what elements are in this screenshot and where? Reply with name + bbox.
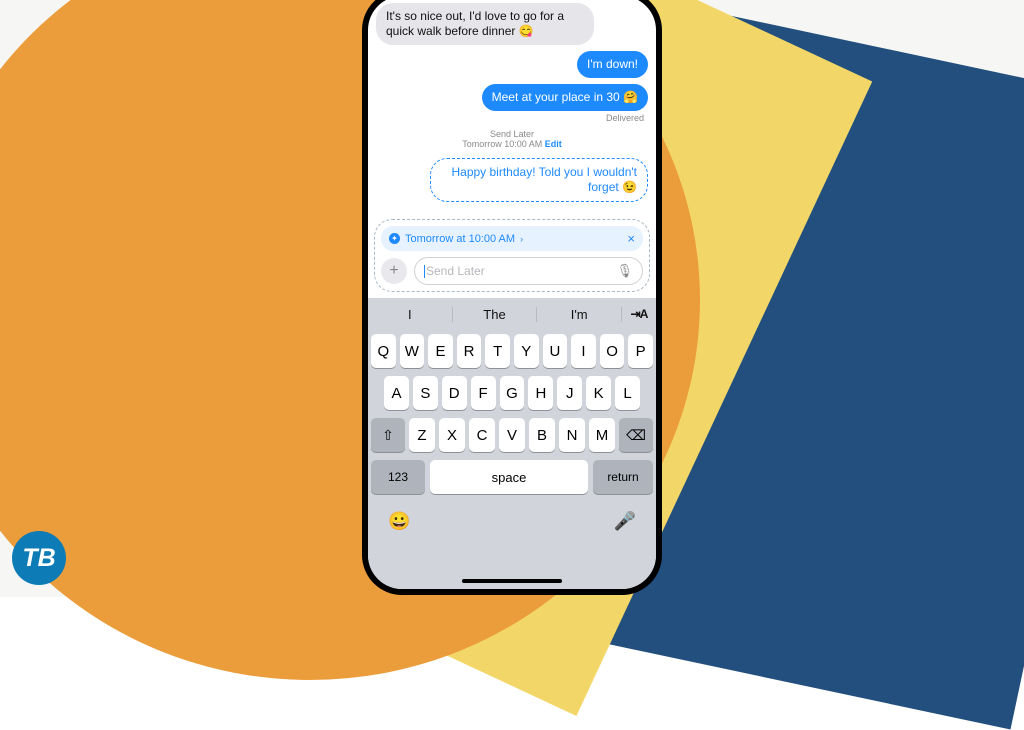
key-u[interactable]: U bbox=[543, 334, 568, 368]
schedule-pill[interactable]: ✦ Tomorrow at 10:00 AM › × bbox=[381, 226, 643, 251]
key-f[interactable]: F bbox=[471, 376, 496, 410]
key-h[interactable]: H bbox=[528, 376, 553, 410]
return-key[interactable]: return bbox=[593, 460, 653, 494]
key-o[interactable]: O bbox=[600, 334, 625, 368]
key-row-3: ⇧ Z X C V B N M ⌫ bbox=[368, 414, 656, 456]
delivered-status: Delivered bbox=[376, 113, 648, 123]
key-g[interactable]: G bbox=[500, 376, 525, 410]
key-w[interactable]: W bbox=[400, 334, 425, 368]
key-q[interactable]: Q bbox=[371, 334, 396, 368]
outgoing-message[interactable]: Meet at your place in 30 🤗 bbox=[482, 84, 648, 111]
key-p[interactable]: P bbox=[628, 334, 653, 368]
phone-screen: It's so nice out, I'd love to go for a q… bbox=[368, 0, 656, 589]
suggestion[interactable]: I'm bbox=[537, 307, 622, 322]
emoji-keyboard-button[interactable]: 😀 bbox=[388, 511, 410, 532]
send-later-header: Send Later bbox=[376, 129, 648, 139]
key-m[interactable]: M bbox=[589, 418, 615, 452]
ios-keyboard: I The I'm ⇥A Q W E R T Y U I O P A S D bbox=[368, 298, 656, 589]
keyboard-bottom-bar: 😀 🎤 bbox=[368, 498, 656, 538]
key-t[interactable]: T bbox=[485, 334, 510, 368]
key-n[interactable]: N bbox=[559, 418, 585, 452]
key-row-2: A S D F G H J K L bbox=[368, 372, 656, 414]
add-attachment-button[interactable]: + bbox=[381, 258, 407, 284]
input-placeholder: Send Later bbox=[426, 264, 485, 278]
tb-logo: TB bbox=[12, 531, 66, 585]
key-a[interactable]: A bbox=[384, 376, 409, 410]
autocorrect-icon[interactable]: ⇥A bbox=[622, 307, 656, 321]
chat-area: It's so nice out, I'd love to go for a q… bbox=[368, 0, 656, 211]
key-d[interactable]: D bbox=[442, 376, 467, 410]
key-i[interactable]: I bbox=[571, 334, 596, 368]
suggestion[interactable]: The bbox=[453, 307, 538, 322]
incoming-message[interactable]: It's so nice out, I'd love to go for a q… bbox=[376, 3, 594, 45]
key-y[interactable]: Y bbox=[514, 334, 539, 368]
outgoing-message[interactable]: I'm down! bbox=[577, 51, 648, 78]
home-indicator[interactable] bbox=[462, 579, 562, 583]
suggestion-bar: I The I'm ⇥A bbox=[368, 298, 656, 330]
clear-schedule-button[interactable]: × bbox=[627, 231, 635, 246]
key-v[interactable]: V bbox=[499, 418, 525, 452]
space-key[interactable]: space bbox=[430, 460, 588, 494]
key-r[interactable]: R bbox=[457, 334, 482, 368]
dictation-icon[interactable]: 🎙 bbox=[616, 263, 633, 279]
key-row-1: Q W E R T Y U I O P bbox=[368, 330, 656, 372]
chevron-right-icon: › bbox=[520, 234, 523, 244]
shift-key[interactable]: ⇧ bbox=[371, 418, 405, 452]
iphone-frame: It's so nice out, I'd love to go for a q… bbox=[362, 0, 662, 595]
key-s[interactable]: S bbox=[413, 376, 438, 410]
key-b[interactable]: B bbox=[529, 418, 555, 452]
dictation-button[interactable]: 🎤 bbox=[614, 511, 636, 532]
key-e[interactable]: E bbox=[428, 334, 453, 368]
edit-schedule-link[interactable]: Edit bbox=[545, 139, 562, 149]
message-input[interactable]: Send Later 🎙 bbox=[414, 257, 643, 285]
clock-icon: ✦ bbox=[389, 233, 400, 244]
scheduled-message[interactable]: Happy birthday! Told you I wouldn't forg… bbox=[430, 158, 648, 202]
schedule-label: Tomorrow at 10:00 AM bbox=[405, 233, 515, 245]
key-k[interactable]: K bbox=[586, 376, 611, 410]
backspace-key[interactable]: ⌫ bbox=[619, 418, 653, 452]
suggestion[interactable]: I bbox=[368, 307, 453, 322]
send-later-time: Tomorrow 10:00 AM Edit bbox=[376, 139, 648, 149]
compose-container: ✦ Tomorrow at 10:00 AM › × + Send Later … bbox=[374, 219, 650, 292]
key-j[interactable]: J bbox=[557, 376, 582, 410]
text-cursor bbox=[424, 265, 425, 278]
key-x[interactable]: X bbox=[439, 418, 465, 452]
numbers-key[interactable]: 123 bbox=[371, 460, 425, 494]
key-c[interactable]: C bbox=[469, 418, 495, 452]
key-l[interactable]: L bbox=[615, 376, 640, 410]
key-row-4: 123 space return bbox=[368, 456, 656, 498]
key-z[interactable]: Z bbox=[409, 418, 435, 452]
